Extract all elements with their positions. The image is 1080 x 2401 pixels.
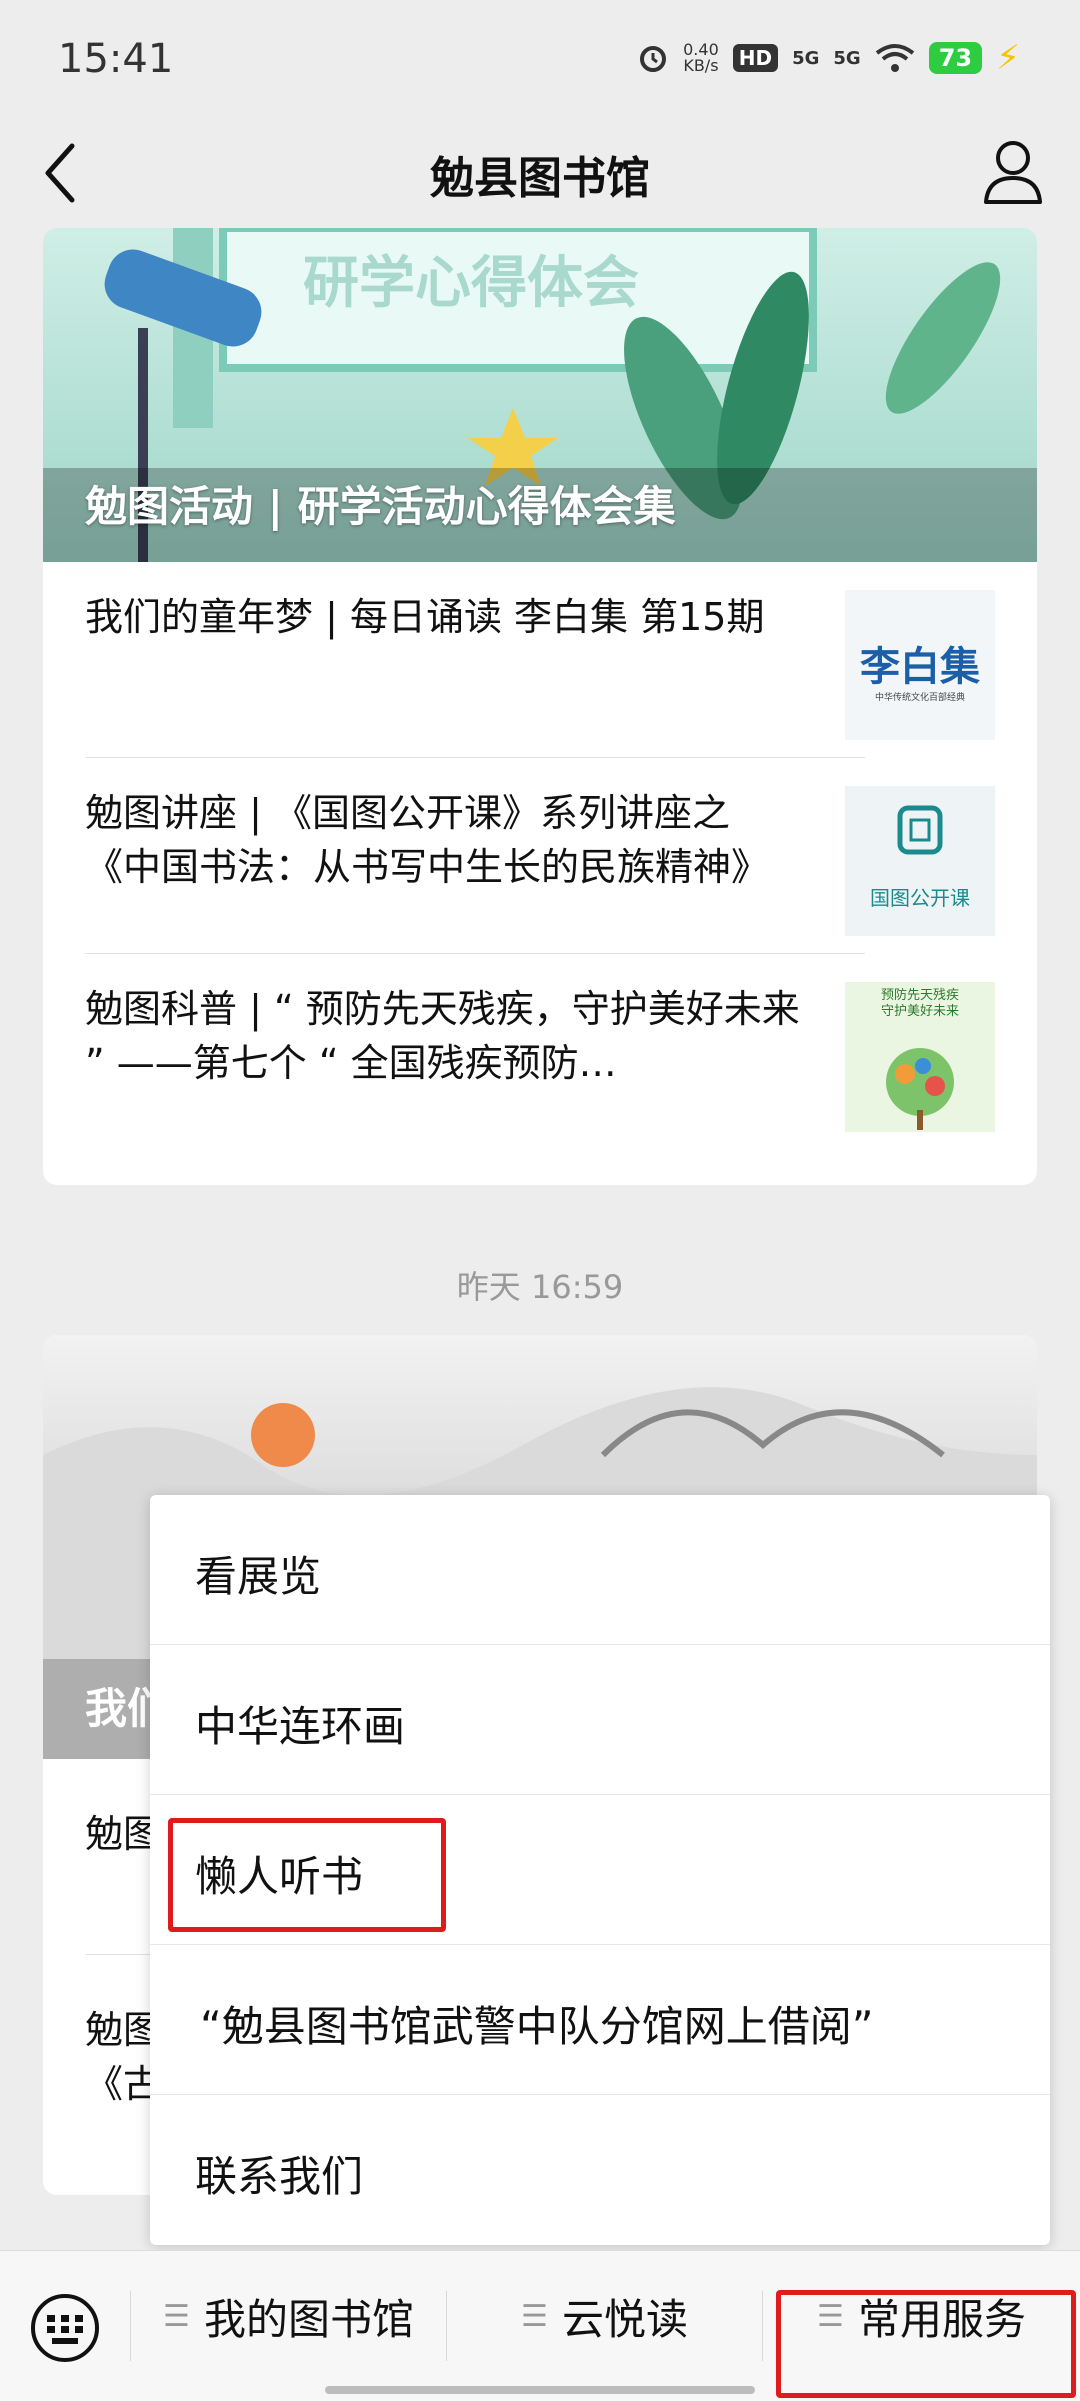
hd-icon: HD — [732, 44, 779, 72]
article-thumbnail: 预防先天残疾 守护美好未来 — [845, 982, 995, 1132]
highlight-box — [168, 1818, 446, 1932]
tab-my-library[interactable]: ☰ 我的图书馆 — [131, 2251, 446, 2381]
seal-icon — [897, 805, 943, 855]
menu-item-exhibition[interactable]: 看展览 — [150, 1495, 1050, 1645]
battery-icon: 73 — [928, 42, 983, 74]
user-icon[interactable] — [978, 132, 1048, 212]
status-icons: 0.40 KB/s HD 5G 5G 73 ⚡ — [637, 38, 1020, 78]
tab-cloud-reading[interactable]: ☰ 云悦读 — [447, 2251, 762, 2381]
menu-lines-icon: ☰ — [163, 2298, 190, 2334]
tree-illustration — [886, 1048, 954, 1130]
article-title: 我们的童年梦 | 每日诵读 李白集 第15期 — [85, 595, 765, 639]
signal-icon: 5G — [833, 47, 861, 69]
alarm-icon — [640, 46, 667, 72]
article-card: 研学心得体会 勉图活动 | 研学活动心得体会集 我们的童年梦 | 每日诵读 李白… — [43, 228, 1037, 1185]
home-indicator[interactable] — [325, 2386, 755, 2394]
article-row[interactable]: 勉图科普 | “ 预防先天残疾，守护美好未来 ” ——第七个 “ 全国残疾预防…… — [85, 954, 995, 1150]
signal-icon: 5G — [792, 47, 820, 69]
timestamp: 昨天 16:59 — [456, 1268, 624, 1306]
net-speed: 0.40 KB/s — [683, 40, 719, 75]
menu-item-contact-us[interactable]: 联系我们 — [150, 2095, 1050, 2245]
menu-item-online-borrowing[interactable]: “勉县图书馆武警中队分馆网上借阅” — [150, 1945, 1050, 2095]
article-title: 勉图讲座 | 《国图公开课》系列讲座之《中国书法：从书写中生长的民族精神》 — [85, 791, 770, 889]
article-thumbnail: 国图公开课 — [845, 786, 995, 936]
menu-lines-icon: ☰ — [521, 2298, 548, 2334]
nav-bar: 勉县图书馆 — [0, 120, 1080, 228]
article-thumbnail: 李白集 中华传统文化百部经典 — [845, 590, 995, 740]
keyboard-icon[interactable] — [30, 2293, 100, 2363]
article-row[interactable]: 勉图讲座 | 《国图公开课》系列讲座之《中国书法：从书写中生长的民族精神》 国图… — [85, 758, 995, 954]
cover-image[interactable]: 研学心得体会 勉图活动 | 研学活动心得体会集 — [43, 228, 1037, 562]
article-row[interactable]: 我们的童年梦 | 每日诵读 李白集 第15期 李白集 中华传统文化百部经典 — [85, 562, 995, 758]
wifi-icon — [875, 44, 914, 72]
cover-caption: 勉图活动 | 研学活动心得体会集 — [85, 482, 676, 531]
clock: 15:41 — [58, 36, 174, 82]
cover-banner-text: 研学心得体会 — [303, 251, 639, 316]
charging-icon: ⚡ — [996, 38, 1020, 78]
article-title: 勉图科普 | “ 预防先天残疾，守护美好未来 ” ——第七个 “ 全国残疾预防… — [85, 987, 800, 1085]
highlight-box — [776, 2290, 1076, 2398]
menu-item-comics[interactable]: 中华连环画 — [150, 1645, 1050, 1795]
page-title: 勉县图书馆 — [430, 153, 650, 204]
status-bar: 15:41 0.40 KB/s HD 5G 5G 73 ⚡ — [0, 0, 1080, 120]
